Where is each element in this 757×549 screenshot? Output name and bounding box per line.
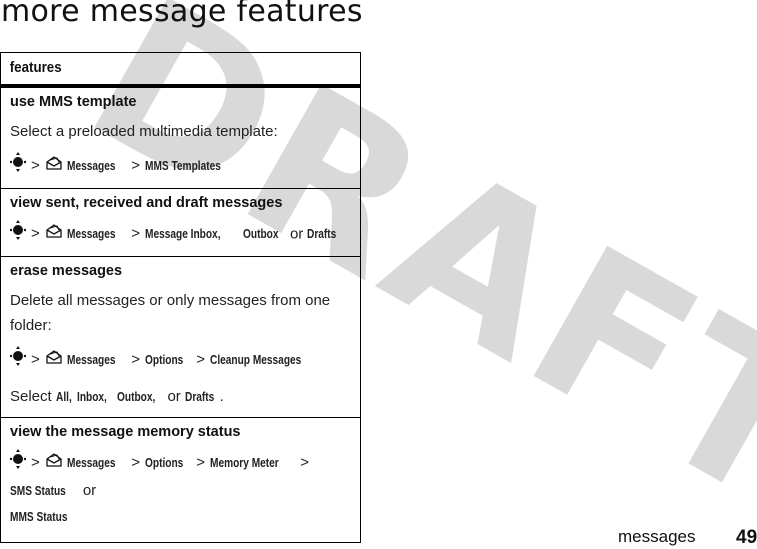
separator: > [131, 225, 140, 243]
feature-name: erase messages [10, 263, 123, 279]
option-item: Drafts [184, 389, 215, 404]
feature-name: use MMS template [10, 94, 137, 110]
menu-path: > Messages > Message Inbox, Outbox or Draf… [9, 220, 351, 249]
separator: > [196, 351, 206, 369]
separator: > [196, 454, 206, 472]
menu-path: > Messages > Options > Memory Meter >SMS Stat… [9, 449, 351, 530]
nav-key-icon [9, 346, 27, 375]
table-row: use MMS template Select a preloaded mult… [0, 86, 361, 189]
messages-envelope-icon [45, 154, 63, 180]
separator: > [131, 157, 140, 175]
menu-item: Messages [66, 226, 116, 242]
menu-item: Drafts [307, 226, 337, 242]
separator: > [31, 351, 40, 369]
menu-item: Options [145, 352, 184, 368]
menu-path: > Messages > Options > Cleanup Messages [9, 346, 351, 375]
menu-item: Messages [66, 352, 116, 368]
nav-key-icon [9, 152, 27, 181]
menu-item: Outbox [243, 226, 279, 242]
footer-section-name: messages [618, 527, 696, 546]
separator: > [131, 454, 140, 472]
table-row: erase messages Delete all messages or on… [0, 256, 361, 418]
select-note: Select All, Inbox, Outbox, or Drafts. [10, 384, 351, 410]
menu-item: Message Inbox, [145, 226, 221, 242]
or-text: or [167, 388, 181, 405]
or-text: or [82, 482, 97, 499]
option-item: Outbox, [117, 389, 156, 404]
menu-path: > Messages > MMS Templates [9, 152, 351, 181]
messages-envelope-icon [45, 222, 63, 248]
menu-item: Options [145, 455, 184, 471]
page-title: more message features [1, 0, 363, 29]
table-row: view sent, received and draft messages >… [0, 188, 361, 257]
feature-description: Delete all messages or only messages fro… [10, 292, 331, 334]
menu-item: SMS Status [10, 483, 66, 498]
feature-name: view sent, received and draft messages [10, 195, 283, 211]
feature-name: view the message memory status [10, 424, 241, 440]
features-table: features use MMS template Select a prelo… [0, 52, 361, 543]
menu-item: Cleanup Messages [210, 352, 302, 368]
feature-description: Select a preloaded multimedia template: [10, 123, 278, 140]
menu-item: Messages [66, 158, 116, 174]
separator: > [131, 351, 140, 369]
menu-item: MMS Templates [145, 158, 221, 174]
separator: > [31, 157, 40, 175]
page-number: 49 [736, 527, 757, 548]
menu-item: MMS Status [10, 509, 68, 524]
nav-key-icon [9, 220, 27, 249]
messages-envelope-icon [45, 348, 63, 374]
messages-envelope-icon [45, 451, 63, 477]
select-suffix: . [219, 388, 224, 405]
separator: > [31, 454, 40, 472]
separator: > [300, 454, 310, 472]
separator: > [31, 225, 40, 243]
nav-key-icon [9, 449, 27, 478]
table-row: view the message memory status > Message… [0, 417, 361, 543]
menu-item: Memory Meter [210, 455, 279, 471]
select-prefix: Select [10, 388, 52, 405]
menu-item: Messages [66, 455, 116, 471]
option-item: Inbox, [77, 389, 108, 404]
option-item: All, [55, 389, 72, 404]
table-header: features [0, 52, 333, 88]
or-text: or [289, 225, 304, 243]
